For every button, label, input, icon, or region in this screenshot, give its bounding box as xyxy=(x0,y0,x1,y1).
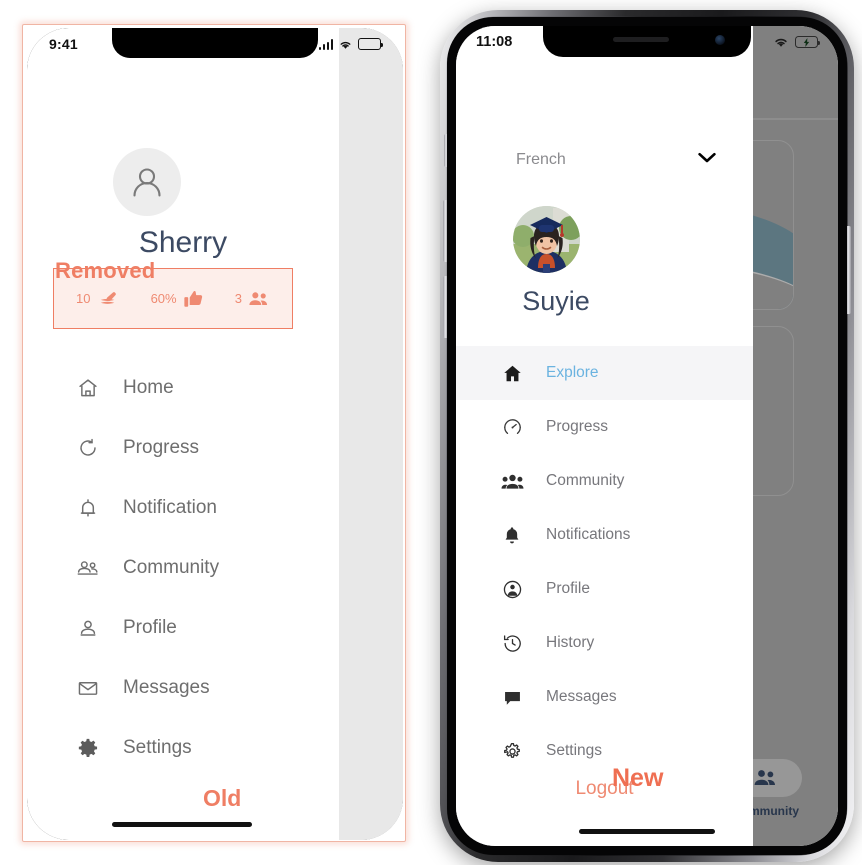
sidebar-item-profile[interactable]: Profile xyxy=(27,598,339,658)
old-phone-frame: 9:41 Sherry 10 60% 3 Removed Home Progre… xyxy=(27,28,403,840)
logout-button[interactable]: Logout xyxy=(456,778,753,800)
annotation-old: Old xyxy=(203,785,242,811)
people-group-icon xyxy=(75,557,101,579)
sidebar-item-progress[interactable]: Progress xyxy=(27,418,339,478)
bell-icon xyxy=(500,525,524,546)
sidebar-item-messages[interactable]: Messages xyxy=(27,658,339,718)
sidebar-item-community[interactable]: Community xyxy=(27,538,339,598)
comparison-canvas: 9:41 Sherry 10 60% 3 Removed Home Progre… xyxy=(0,0,862,865)
old-profile-name: Sherry xyxy=(138,226,228,259)
stat-friends-value: 3 xyxy=(234,291,242,306)
old-drawer-scrim[interactable] xyxy=(339,28,403,840)
annotation-removed: Removed xyxy=(55,258,156,283)
stat-lessons: 10 xyxy=(76,290,118,308)
new-nav-drawer: French Suyie Explore Progress Community … xyxy=(456,26,753,846)
battery-icon xyxy=(358,38,384,50)
sidebar-item-label: Notifications xyxy=(546,526,631,543)
stat-accuracy-value: 60% xyxy=(150,291,177,306)
old-status-icons xyxy=(318,38,384,50)
earpiece-speaker xyxy=(613,37,669,42)
sidebar-item-label: Profile xyxy=(546,580,590,597)
sidebar-item-label: Messages xyxy=(546,688,617,705)
graduation-photo-avatar xyxy=(512,206,580,273)
old-nav-menu: Home Progress Notification Community Pro… xyxy=(27,358,339,778)
gear-icon xyxy=(500,741,524,762)
stat-lessons-value: 10 xyxy=(76,291,91,306)
sidebar-item-progress[interactable]: Progress xyxy=(456,400,753,454)
sidebar-item-settings[interactable]: Settings xyxy=(27,718,339,778)
sidebar-item-label: Home xyxy=(123,377,174,398)
chevron-down-icon[interactable] xyxy=(697,151,717,169)
sidebar-item-label: Messages xyxy=(123,677,210,698)
sidebar-item-home[interactable]: Home xyxy=(27,358,339,418)
wifi-icon xyxy=(340,41,351,49)
new-status-icons xyxy=(773,36,821,48)
sidebar-item-label: Community xyxy=(123,557,220,578)
new-phone-frame: Community French Suyie Explore Progress … xyxy=(440,10,854,862)
stat-friends: 3 xyxy=(235,290,270,308)
sidebar-item-label: Progress xyxy=(546,418,609,435)
sidebar-item-notifications[interactable]: Notifications xyxy=(456,508,753,562)
home-icon xyxy=(75,377,101,399)
sidebar-item-label: History xyxy=(546,634,595,651)
person-avatar-icon xyxy=(133,168,161,197)
language-selector[interactable]: French xyxy=(456,134,753,186)
new-design-panel: Community French Suyie Explore Progress … xyxy=(432,4,862,865)
new-phone-notch xyxy=(543,26,751,57)
new-nav-menu: Explore Progress Community Notifications… xyxy=(456,346,753,778)
bell-icon xyxy=(75,497,101,519)
sidebar-item-community[interactable]: Community xyxy=(456,454,753,508)
envelope-icon xyxy=(75,678,101,698)
people-group-icon xyxy=(500,472,524,491)
old-design-panel: 9:41 Sherry 10 60% 3 Removed Home Progre… xyxy=(22,24,406,842)
avatar[interactable] xyxy=(113,148,181,216)
front-camera-icon xyxy=(715,35,725,45)
stack-layers-icon xyxy=(100,291,116,304)
battery-charging-icon xyxy=(795,36,821,48)
sidebar-item-history[interactable]: History xyxy=(456,616,753,670)
sidebar-item-profile[interactable]: Profile xyxy=(456,562,753,616)
person-circle-icon xyxy=(500,579,524,600)
new-status-time: 11:08 xyxy=(476,34,513,50)
home-indicator[interactable] xyxy=(112,822,252,827)
stat-accuracy: 60% xyxy=(151,289,203,309)
annotation-new: New xyxy=(612,764,664,792)
sidebar-item-label: Explore xyxy=(546,364,599,381)
old-status-bar: 9:41 xyxy=(27,28,403,60)
sidebar-item-settings[interactable]: Settings xyxy=(456,724,753,778)
speedometer-icon xyxy=(500,417,524,438)
gear-icon xyxy=(75,737,101,759)
new-phone-screen: Community French Suyie Explore Progress … xyxy=(456,26,838,846)
chat-bubble-icon xyxy=(500,688,524,707)
home-icon xyxy=(500,363,524,384)
sidebar-item-label: Profile xyxy=(123,617,177,638)
people-group-icon xyxy=(249,291,267,305)
new-phone-bezel: Community French Suyie Explore Progress … xyxy=(447,17,847,855)
old-phone-screen: 9:41 Sherry 10 60% 3 Removed Home Progre… xyxy=(27,28,403,840)
thumbs-up-icon xyxy=(183,290,202,307)
home-indicator[interactable] xyxy=(579,829,715,834)
sidebar-item-label: Settings xyxy=(123,737,192,758)
wifi-icon xyxy=(775,38,787,47)
sidebar-item-explore[interactable]: Explore xyxy=(456,346,753,400)
person-icon xyxy=(75,617,101,639)
sidebar-item-label: Settings xyxy=(546,742,603,759)
sidebar-item-label: Notification xyxy=(123,497,217,518)
sidebar-item-messages[interactable]: Messages xyxy=(456,670,753,724)
progress-refresh-icon xyxy=(75,437,101,459)
avatar[interactable] xyxy=(512,206,580,273)
sidebar-item-notification[interactable]: Notification xyxy=(27,478,339,538)
new-profile-name: Suyie xyxy=(522,286,590,316)
language-selector-value: French xyxy=(516,151,566,168)
sidebar-item-label: Community xyxy=(546,472,625,489)
old-status-time: 9:41 xyxy=(49,36,78,52)
sidebar-item-label: Progress xyxy=(123,437,200,458)
history-clock-icon xyxy=(500,633,524,654)
cellular-bars-icon xyxy=(318,38,333,50)
